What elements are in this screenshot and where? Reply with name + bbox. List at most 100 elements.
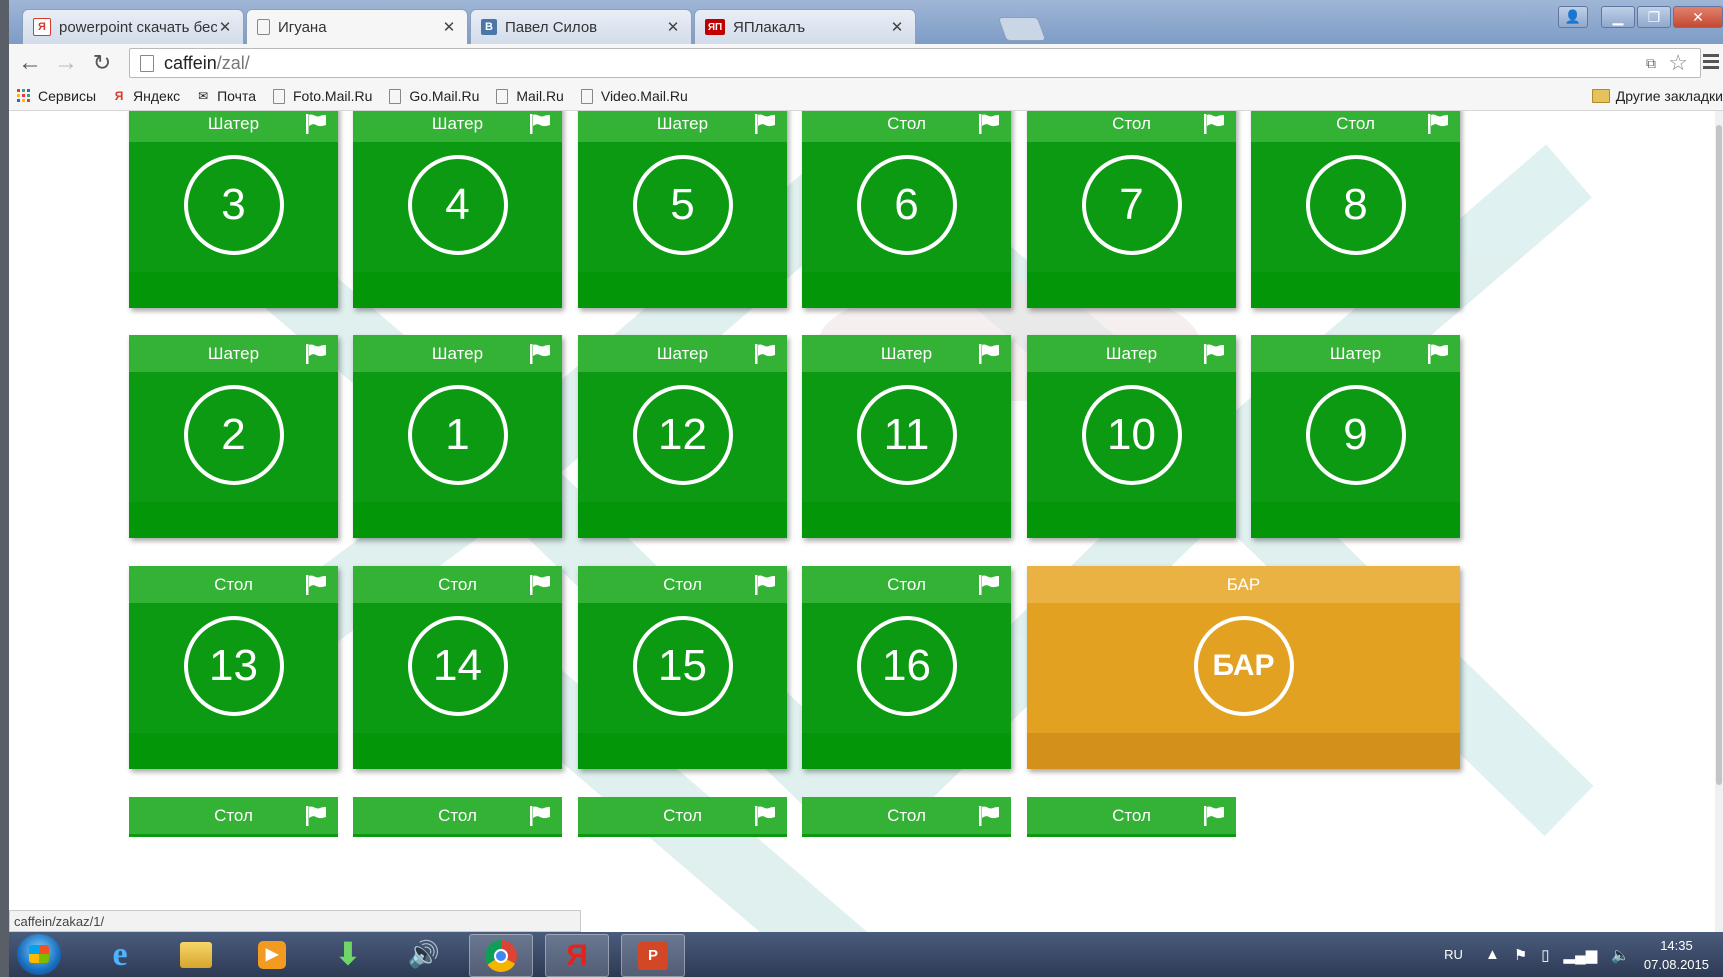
flag-icon[interactable] (304, 805, 328, 827)
flag-icon[interactable] (977, 805, 1001, 827)
chrome-icon[interactable] (469, 934, 533, 977)
table-card[interactable]: Стол 13 (129, 566, 338, 769)
table-card[interactable]: Шатер 11 (802, 335, 1011, 538)
bookmark-go-mail[interactable]: Go.Mail.Ru (388, 88, 479, 104)
table-card[interactable]: Стол (353, 797, 562, 837)
flag-icon[interactable] (753, 574, 777, 596)
table-card[interactable]: Стол (802, 797, 1011, 837)
flag-icon[interactable] (1426, 113, 1450, 135)
table-number: 12 (632, 385, 733, 485)
bookmark-foto-mail[interactable]: Foto.Mail.Ru (272, 88, 372, 104)
yandex-icon: Я (114, 89, 124, 103)
table-card[interactable]: Шатер 10 (1027, 335, 1236, 538)
tab-iguana[interactable]: Игуана ✕ (246, 9, 468, 44)
bookmark-mail-ru[interactable]: Mail.Ru (495, 88, 564, 104)
table-card[interactable]: Стол 6 (802, 111, 1011, 308)
flag-icon[interactable] (1202, 805, 1226, 827)
table-card[interactable]: Шатер 9 (1251, 335, 1460, 538)
table-card[interactable]: Шатер 5 (578, 111, 787, 308)
other-bookmarks[interactable]: Другие закладки (1591, 88, 1723, 104)
close-icon[interactable]: ✕ (889, 18, 905, 36)
close-icon[interactable]: ✕ (217, 18, 233, 36)
internet-explorer-icon[interactable]: e (89, 934, 151, 975)
table-card[interactable]: Шатер 1 (353, 335, 562, 538)
table-card[interactable]: Стол 8 (1251, 111, 1460, 308)
media-player-icon[interactable]: ▶ (241, 934, 303, 975)
power-icon[interactable]: ▯ (1541, 946, 1549, 964)
table-card[interactable]: Стол 7 (1027, 111, 1236, 308)
action-center-flag-icon[interactable]: ⚑ (1514, 946, 1527, 964)
close-icon[interactable]: ✕ (441, 18, 457, 36)
vertical-scrollbar[interactable] (1715, 111, 1723, 932)
powerpoint-icon[interactable]: P (621, 934, 685, 977)
flag-icon[interactable] (528, 805, 552, 827)
back-arrow-icon[interactable]: ← (15, 48, 45, 78)
windows-start-button[interactable] (17, 934, 61, 975)
card-footer (578, 502, 787, 538)
close-icon[interactable]: ✕ (665, 18, 681, 36)
bar-card[interactable]: БАР БАР (1027, 566, 1460, 769)
system-clock[interactable]: 14:35 07.08.2015 (1644, 936, 1709, 974)
flag-icon[interactable] (753, 343, 777, 365)
network-signal-icon[interactable]: ▂▄▆ (1564, 946, 1598, 964)
table-card[interactable]: Стол 14 (353, 566, 562, 769)
flag-icon[interactable] (304, 574, 328, 596)
volume-icon[interactable]: 🔈 (1611, 946, 1630, 964)
tab-vk[interactable]: В Павел Силов ✕ (470, 9, 692, 44)
bookmark-label: Video.Mail.Ru (600, 88, 688, 104)
user-profile-icon[interactable]: 👤 (1558, 6, 1588, 28)
tab-powerpoint[interactable]: Я powerpoint скачать бесп ✕ (22, 9, 244, 44)
bookmark-mail[interactable]: ✉ Почта (196, 88, 256, 104)
flag-icon[interactable] (304, 113, 328, 135)
reload-icon[interactable]: ↻ (87, 48, 117, 78)
address-bar[interactable]: caffein/zal/ ⧉ ☆ (129, 48, 1701, 78)
translate-icon[interactable]: ⧉ (1646, 55, 1656, 72)
file-icon (388, 88, 402, 104)
flag-icon[interactable] (977, 343, 1001, 365)
table-card[interactable]: Шатер 4 (353, 111, 562, 308)
table-number: 3 (183, 155, 284, 255)
yandex-browser-icon[interactable]: Я (545, 934, 609, 977)
bookmark-video-mail[interactable]: Video.Mail.Ru (580, 88, 688, 104)
table-card[interactable]: Стол (1027, 797, 1236, 837)
scrollbar-thumb[interactable] (1716, 125, 1722, 785)
flag-icon[interactable] (528, 574, 552, 596)
new-tab-button[interactable] (997, 17, 1047, 41)
star-icon[interactable]: ☆ (1668, 50, 1688, 76)
table-card[interactable]: Шатер 2 (129, 335, 338, 538)
language-indicator[interactable]: RU (1444, 947, 1463, 962)
menu-icon[interactable] (1703, 54, 1719, 72)
file-explorer-icon[interactable] (165, 934, 227, 975)
table-card[interactable]: Стол (578, 797, 787, 837)
flag-icon[interactable] (1202, 113, 1226, 135)
flag-icon[interactable] (977, 574, 1001, 596)
flag-icon[interactable] (753, 805, 777, 827)
flag-icon[interactable] (1202, 343, 1226, 365)
tab-yaplakal[interactable]: ЯП ЯПлакалъ ✕ (694, 9, 916, 44)
table-number: 7 (1081, 155, 1182, 255)
table-card[interactable]: Стол 16 (802, 566, 1011, 769)
minimize-button[interactable]: ▁ (1601, 6, 1635, 28)
card-footer (129, 272, 338, 308)
flag-icon[interactable] (977, 113, 1001, 135)
table-card[interactable]: Стол 15 (578, 566, 787, 769)
maximize-button[interactable]: ❐ (1637, 6, 1671, 28)
bookmark-yandex[interactable]: Я Яндекс (112, 88, 180, 104)
bookmark-services[interactable]: Сервисы (17, 88, 96, 104)
flag-icon[interactable] (1426, 343, 1450, 365)
flag-icon[interactable] (304, 343, 328, 365)
window-close-button[interactable]: ✕ (1673, 6, 1723, 28)
forward-arrow-icon[interactable]: → (51, 48, 81, 78)
flag-icon[interactable] (753, 113, 777, 135)
vk-favicon-icon: В (481, 19, 497, 35)
browser-window: Я powerpoint скачать бесп ✕ Игуана ✕ В П… (9, 0, 1723, 977)
flag-icon[interactable] (528, 113, 552, 135)
show-hidden-icons[interactable]: ▲ (1485, 946, 1500, 963)
speaker-app-icon[interactable]: 🔊 (393, 934, 455, 975)
table-number: 4 (407, 155, 508, 255)
flag-icon[interactable] (528, 343, 552, 365)
table-card[interactable]: Шатер 12 (578, 335, 787, 538)
table-card[interactable]: Шатер 3 (129, 111, 338, 308)
table-card[interactable]: Стол (129, 797, 338, 837)
download-icon[interactable]: ⬇ (317, 934, 379, 975)
